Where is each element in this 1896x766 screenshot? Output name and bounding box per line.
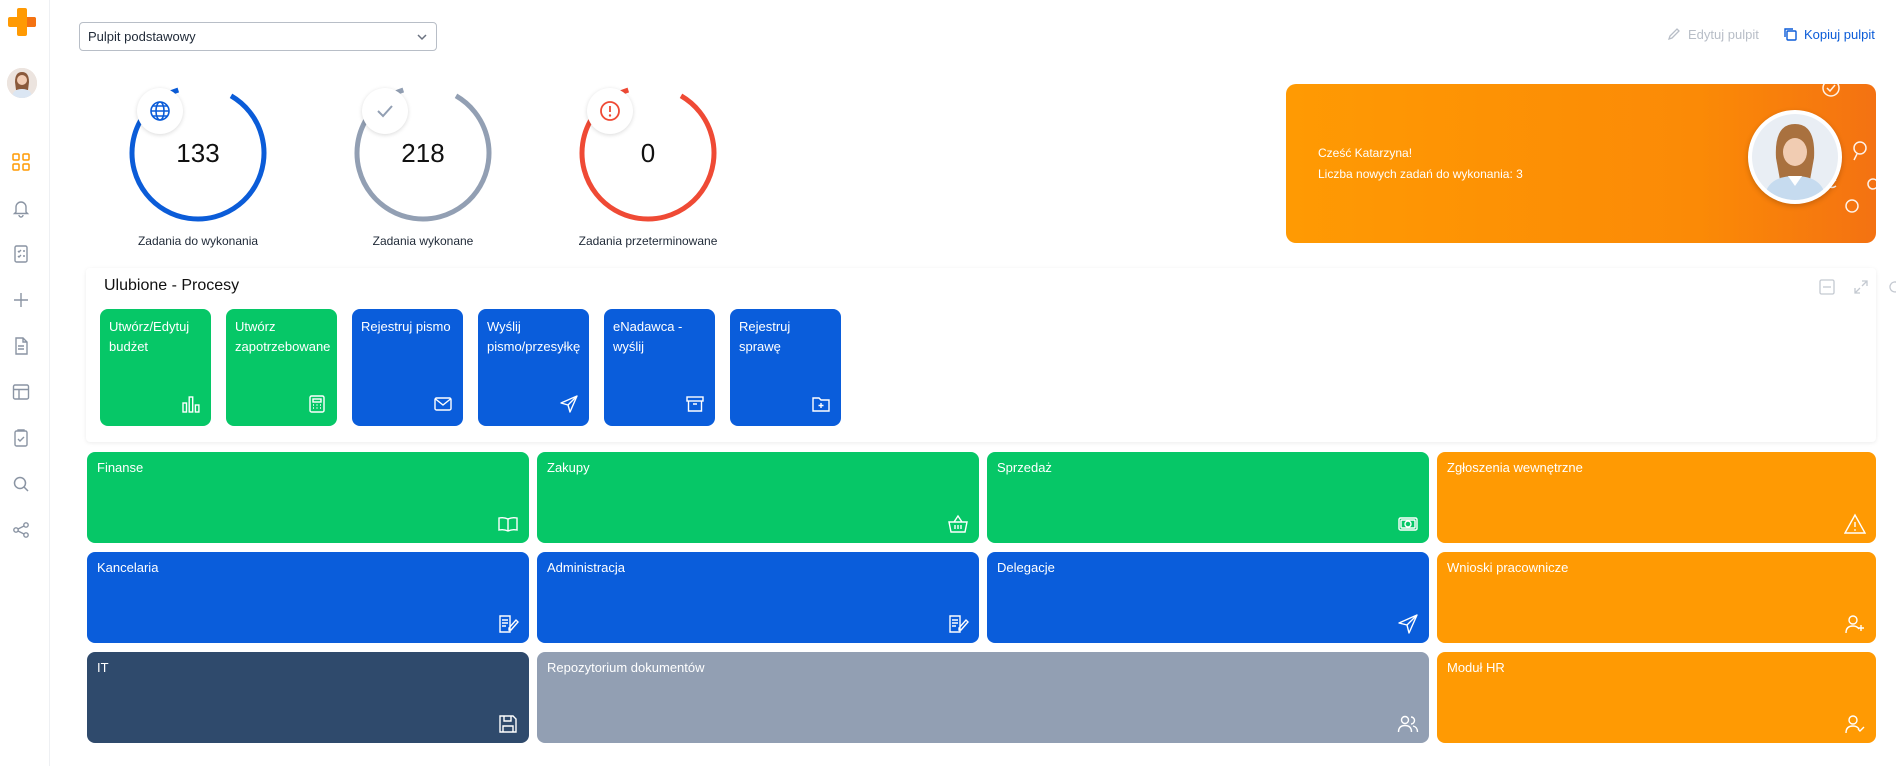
grid-icon[interactable] xyxy=(9,150,33,174)
send-icon xyxy=(1398,614,1418,634)
category-hr-module[interactable]: Moduł HR xyxy=(1437,652,1876,743)
folder-plus-icon xyxy=(812,397,830,412)
archive-icon xyxy=(686,396,704,412)
basket-icon xyxy=(948,514,968,533)
stat-value: 0 xyxy=(640,138,656,168)
check-icon xyxy=(362,88,408,134)
copy-dashboard-label: Kopiuj pulpit xyxy=(1804,26,1875,42)
new-tasks-text: Liczba nowych zadań do wykonania: 3 xyxy=(1318,167,1523,181)
floppy-icon xyxy=(499,715,517,733)
fav-tile-register-case[interactable]: Rejestruj sprawę xyxy=(730,309,841,426)
category-sprzedaz[interactable]: Sprzedaż xyxy=(987,452,1429,543)
warning-icon xyxy=(1844,513,1866,534)
stat-label: Zadania przeterminowane xyxy=(578,234,718,248)
fav-tile-send-letter[interactable]: Wyślij pismo/przesyłkę xyxy=(478,309,589,426)
chevron-down-icon xyxy=(417,34,427,41)
category-delegacje[interactable]: Delegacje xyxy=(987,552,1429,643)
dashboard-select-value: Pulpit podstawowy xyxy=(88,29,196,44)
category-internal-reports[interactable]: Zgłoszenia wewnętrzne xyxy=(1437,452,1876,543)
category-employee-requests[interactable]: Wnioski pracownicze xyxy=(1437,552,1876,643)
document-icon[interactable] xyxy=(9,334,33,358)
category-label: Moduł HR xyxy=(1447,660,1505,675)
search-icon[interactable] xyxy=(9,472,33,496)
fav-tile-label: eNadawca - wyślij xyxy=(613,319,683,354)
category-label: Administracja xyxy=(547,560,626,575)
clipboard-check-icon[interactable] xyxy=(9,426,33,450)
book-icon xyxy=(498,516,518,532)
stat-tasks-done[interactable]: 218 Zadania wykonane xyxy=(331,82,492,252)
category-kancelaria[interactable]: Kancelaria xyxy=(87,552,529,643)
calculator-icon xyxy=(309,395,325,413)
globe-icon xyxy=(137,88,183,134)
copy-dashboard-button[interactable]: Kopiuj pulpit xyxy=(1782,26,1875,42)
fav-tile-budget[interactable]: Utwórz/Edytuj budżet xyxy=(100,309,211,426)
user-photo xyxy=(1748,110,1842,204)
edit-dashboard-button[interactable]: Edytuj pulpit xyxy=(1666,26,1759,42)
category-zakupy[interactable]: Zakupy xyxy=(537,452,979,543)
welcome-banner: Cześć Katarzyna! Liczba nowych zadań do … xyxy=(1286,84,1876,243)
users-icon xyxy=(1397,715,1419,733)
user-plus-icon xyxy=(1845,615,1864,634)
fav-tile-register-letter[interactable]: Rejestruj pismo xyxy=(352,309,463,426)
edit-document-icon xyxy=(499,615,519,633)
stat-tasks-todo[interactable]: 133 Zadania do wykonania xyxy=(106,82,267,252)
fav-tile-label: Utwórz/Edytuj budżet xyxy=(109,319,190,354)
mail-icon xyxy=(434,397,452,411)
stat-tasks-overdue[interactable]: 0 Zadania przeterminowane xyxy=(556,82,717,252)
category-it[interactable]: IT xyxy=(87,652,529,743)
category-label: IT xyxy=(97,660,109,675)
bar-chart-icon xyxy=(182,396,200,413)
send-icon xyxy=(560,395,578,413)
fav-tile-label: Utwórz zapotrzebowane xyxy=(235,319,331,354)
sidebar xyxy=(0,0,50,766)
category-label: Repozytorium dokumentów xyxy=(547,660,705,675)
main-content: Pulpit podstawowy Edytuj pulpit Kopiuj p… xyxy=(50,0,1896,766)
stat-label: Zadania do wykonania xyxy=(137,234,259,248)
pencil-icon xyxy=(1667,28,1680,41)
user-check-icon xyxy=(1845,715,1865,734)
dashboard-select[interactable]: Pulpit podstawowy xyxy=(79,22,437,51)
favorites-title: Ulubione - Procesy xyxy=(104,277,240,294)
copy-icon xyxy=(1784,28,1797,41)
category-label: Delegacje xyxy=(997,560,1055,575)
checklist-doc-icon[interactable] xyxy=(9,242,33,266)
share-icon[interactable] xyxy=(9,518,33,542)
category-label: Wnioski pracownicze xyxy=(1447,560,1569,575)
fav-tile-requisition[interactable]: Utwórz zapotrzebowane xyxy=(226,309,337,426)
category-document-repository[interactable]: Repozytorium dokumentów xyxy=(537,652,1429,743)
edit-document-icon xyxy=(949,615,969,633)
category-finanse[interactable]: Finanse xyxy=(87,452,529,543)
alert-circle-icon xyxy=(587,88,633,134)
stat-value: 218 xyxy=(401,138,445,168)
plus-icon[interactable] xyxy=(9,288,33,312)
fav-tile-label: Wyślij pismo/przesyłkę xyxy=(487,319,581,354)
fav-tile-enadawca[interactable]: eNadawca - wyślij xyxy=(604,309,715,426)
layout-icon[interactable] xyxy=(9,380,33,404)
category-label: Sprzedaż xyxy=(997,460,1052,475)
category-label: Finanse xyxy=(97,460,144,475)
edit-dashboard-label: Edytuj pulpit xyxy=(1688,26,1759,42)
stat-value: 133 xyxy=(176,138,220,168)
category-label: Zakupy xyxy=(547,460,590,475)
refresh-icon[interactable] xyxy=(1886,278,1896,296)
category-label: Kancelaria xyxy=(97,560,159,575)
banknote-icon xyxy=(1398,517,1418,531)
fav-tile-label: Rejestruj pismo xyxy=(361,319,451,334)
bell-icon[interactable] xyxy=(9,196,33,220)
fav-tile-label: Rejestruj sprawę xyxy=(739,319,791,354)
greeting-text: Cześć Katarzyna! xyxy=(1318,146,1413,160)
expand-icon[interactable] xyxy=(1852,278,1870,296)
stat-label: Zadania wykonane xyxy=(372,234,474,248)
minimize-icon[interactable] xyxy=(1818,278,1836,296)
avatar[interactable] xyxy=(7,68,37,98)
category-administracja[interactable]: Administracja xyxy=(537,552,979,643)
category-label: Zgłoszenia wewnętrzne xyxy=(1447,460,1583,475)
plus-logo[interactable] xyxy=(6,6,38,38)
favorites-panel: Ulubione - Procesy Utwórz/Edytuj budżet … xyxy=(86,268,1896,442)
